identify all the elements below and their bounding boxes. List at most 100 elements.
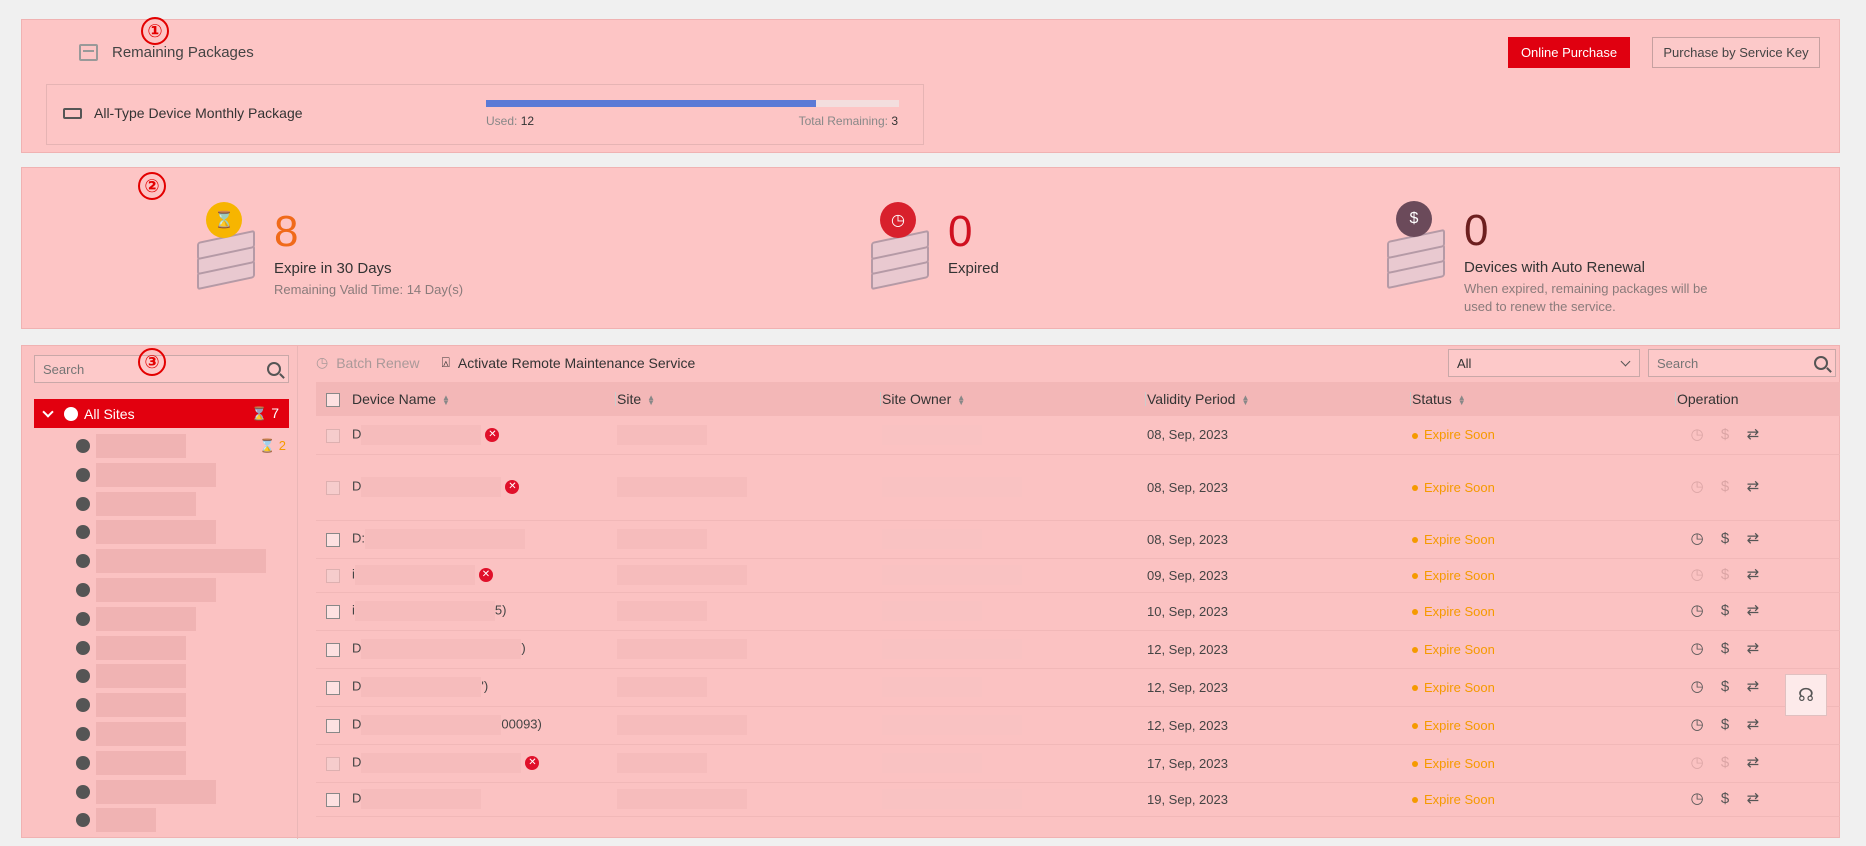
- search-icon[interactable]: [267, 362, 281, 376]
- sort-icon[interactable]: ▲ ▼: [1241, 394, 1249, 407]
- search-icon[interactable]: [1814, 356, 1828, 370]
- transfer-icon[interactable]: ⇄: [1745, 679, 1761, 695]
- transfer-icon[interactable]: ⇄: [1745, 426, 1761, 443]
- clock-icon[interactable]: ◷: [1689, 479, 1705, 495]
- clock-icon[interactable]: ◷: [1689, 641, 1705, 657]
- sort-icon[interactable]: ▲ ▼: [442, 394, 450, 407]
- table-row[interactable]: D) 12, Sep, 2023 Expire Soon ◷ $ ⇄: [316, 630, 1840, 669]
- tree-item-site[interactable]: [76, 462, 296, 487]
- clock-icon[interactable]: ◷: [1689, 755, 1705, 771]
- tree-item-site[interactable]: [76, 491, 296, 516]
- transfer-icon[interactable]: ⇄: [1745, 479, 1761, 495]
- row-checkbox[interactable]: [326, 642, 340, 657]
- stat-auto-renewal[interactable]: $ 0 Devices with Auto Renewal When expir…: [1382, 201, 1724, 316]
- online-purchase-button[interactable]: Online Purchase: [1508, 37, 1630, 68]
- transfer-icon[interactable]: ⇄: [1745, 567, 1761, 583]
- activate-remote-maintenance-button[interactable]: ⍓ Activate Remote Maintenance Service: [442, 354, 696, 371]
- table-row[interactable]: D 19, Sep, 2023 Expire Soon ◷ $ ⇄: [316, 782, 1840, 817]
- row-checkbox[interactable]: [326, 680, 340, 695]
- status-text: Expire Soon: [1424, 791, 1495, 807]
- status-text: Expire Soon: [1424, 679, 1495, 695]
- renew-icon[interactable]: $: [1717, 641, 1733, 657]
- tree-item-site[interactable]: [76, 693, 296, 718]
- transfer-icon[interactable]: ⇄: [1745, 717, 1761, 733]
- table-row[interactable]: D ✕ 17, Sep, 2023 Expire Soon ◷ $ ⇄: [316, 744, 1840, 783]
- tree-item-site[interactable]: [76, 722, 296, 746]
- row-checkbox[interactable]: [326, 718, 340, 733]
- renew-icon[interactable]: $: [1717, 603, 1733, 619]
- status-text: Expire Soon: [1424, 479, 1495, 495]
- table-row[interactable]: i 5) 10, Sep, 2023 Expire Soon ◷ $ ⇄: [316, 592, 1840, 631]
- device-name-cell: D): [352, 630, 617, 669]
- row-checkbox[interactable]: [326, 532, 340, 547]
- chevron-down-icon[interactable]: [1620, 356, 1631, 367]
- status-filter-select[interactable]: All: [1448, 349, 1640, 377]
- table-row[interactable]: D 00093) 12, Sep, 2023 Expire Soon ◷ $ ⇄: [316, 706, 1840, 745]
- transfer-icon[interactable]: ⇄: [1745, 791, 1761, 807]
- col-status[interactable]: Status ▲ ▼: [1410, 382, 1677, 416]
- transfer-icon[interactable]: ⇄: [1745, 641, 1761, 657]
- table-row[interactable]: i ✕ 09, Sep, 2023 Expire Soon ◷ $ ⇄: [316, 558, 1840, 593]
- clock-icon[interactable]: ◷: [1689, 531, 1705, 547]
- renew-icon[interactable]: $: [1717, 791, 1733, 807]
- batch-renew-button[interactable]: ◷ Batch Renew: [316, 354, 420, 371]
- renew-icon[interactable]: $: [1717, 426, 1733, 443]
- site-cell: [617, 592, 882, 631]
- site-tree-pane: ③ All Sites ⌛ 7 ⌛ 2: [22, 346, 298, 839]
- clock-icon[interactable]: ◷: [1689, 679, 1705, 695]
- select-all-checkbox[interactable]: [326, 393, 340, 408]
- sort-icon[interactable]: ▲ ▼: [957, 394, 965, 407]
- clock-icon[interactable]: ◷: [1689, 717, 1705, 733]
- status-cell: Expire Soon: [1412, 782, 1677, 817]
- device-search-input[interactable]: [1649, 350, 1835, 376]
- sort-icon[interactable]: ▲ ▼: [1458, 394, 1466, 407]
- renew-icon[interactable]: $: [1717, 531, 1733, 547]
- transfer-icon[interactable]: ⇄: [1745, 603, 1761, 619]
- renew-icon[interactable]: $: [1717, 755, 1733, 771]
- row-checkbox[interactable]: [326, 480, 340, 495]
- clock-icon[interactable]: ◷: [1689, 567, 1705, 583]
- tree-item-site[interactable]: [76, 549, 296, 574]
- tree-item-site[interactable]: [76, 635, 296, 660]
- tree-item-site[interactable]: [76, 808, 296, 833]
- tree-item-site[interactable]: [76, 664, 296, 689]
- status-text: Expire Soon: [1424, 717, 1495, 733]
- device-name-cell: D 00093): [352, 706, 617, 745]
- clock-icon[interactable]: ◷: [1689, 791, 1705, 807]
- clock-icon[interactable]: ◷: [1689, 426, 1705, 443]
- tree-item-site[interactable]: [76, 779, 296, 804]
- col-site-owner[interactable]: Site Owner ▲ ▼: [880, 382, 1147, 416]
- row-checkbox[interactable]: [326, 568, 340, 583]
- col-site[interactable]: Site ▲ ▼: [615, 382, 882, 416]
- row-checkbox[interactable]: [326, 604, 340, 619]
- purchase-by-service-key-button[interactable]: Purchase by Service Key: [1652, 37, 1820, 68]
- support-icon[interactable]: ☊: [1785, 674, 1827, 716]
- chevron-down-icon[interactable]: [42, 405, 54, 418]
- transfer-icon[interactable]: ⇄: [1745, 531, 1761, 547]
- clock-icon[interactable]: ◷: [1689, 603, 1705, 619]
- table-row[interactable]: D ') 12, Sep, 2023 Expire Soon ◷ $ ⇄: [316, 668, 1840, 707]
- row-checkbox[interactable]: [326, 792, 340, 807]
- tree-item-site[interactable]: [76, 578, 296, 602]
- renew-icon[interactable]: $: [1717, 479, 1733, 495]
- tree-item-site[interactable]: [76, 606, 296, 631]
- sort-icon[interactable]: ▲ ▼: [647, 394, 655, 407]
- row-checkbox[interactable]: [326, 756, 340, 771]
- tree-item-site[interactable]: ⌛ 2: [76, 434, 296, 458]
- table-row[interactable]: D ✕ 08, Sep, 2023 Expire Soon ◷ $ ⇄: [316, 416, 1840, 455]
- table-row[interactable]: D ✕ 08, Sep, 2023 Expire Soon ◷ $ ⇄: [316, 454, 1840, 521]
- table-row[interactable]: D: 08, Sep, 2023 Expire Soon ◷ $ ⇄: [316, 520, 1840, 559]
- renew-icon[interactable]: $: [1717, 717, 1733, 733]
- stat-expire-soon[interactable]: ⌛ 8 Expire in 30 Days Remaining Valid Ti…: [192, 202, 463, 299]
- device-search-field[interactable]: [1648, 349, 1836, 377]
- renew-icon[interactable]: $: [1717, 679, 1733, 695]
- transfer-icon[interactable]: ⇄: [1745, 755, 1761, 771]
- tree-item-all-sites[interactable]: All Sites ⌛ 7: [34, 399, 289, 428]
- col-device-name[interactable]: Device Name ▲ ▼: [352, 382, 617, 416]
- stat-expired[interactable]: ◷ 0 Expired: [866, 202, 999, 296]
- tree-item-site[interactable]: [76, 750, 296, 775]
- tree-item-site[interactable]: [76, 520, 296, 545]
- renew-icon[interactable]: $: [1717, 567, 1733, 583]
- row-checkbox[interactable]: [326, 428, 340, 443]
- col-validity[interactable]: Validity Period ▲ ▼: [1145, 382, 1412, 416]
